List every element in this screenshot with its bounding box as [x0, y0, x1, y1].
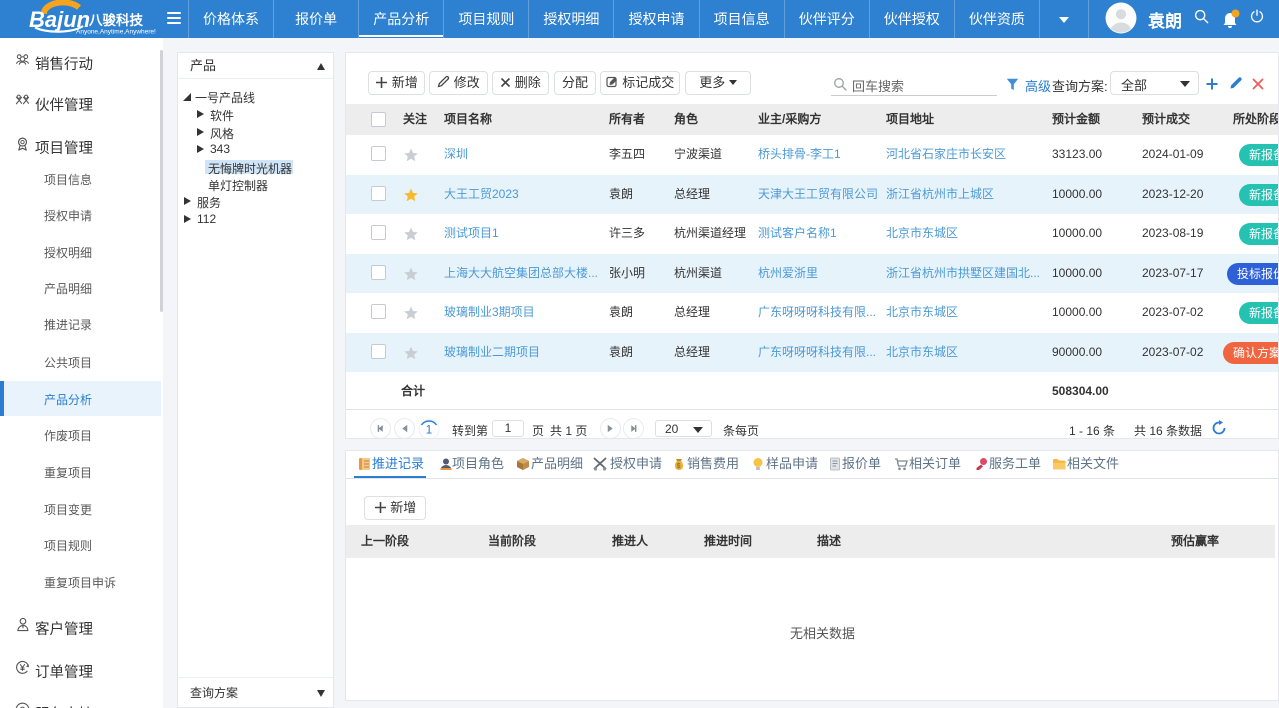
- svg-text:八骏科技: 八骏科技: [88, 12, 143, 28]
- svg-text:1: 1: [426, 423, 433, 437]
- svg-text:$: $: [677, 463, 681, 470]
- svg-text:Anyone,Anytime,Anywhere!: Anyone,Anytime,Anywhere!: [76, 29, 156, 36]
